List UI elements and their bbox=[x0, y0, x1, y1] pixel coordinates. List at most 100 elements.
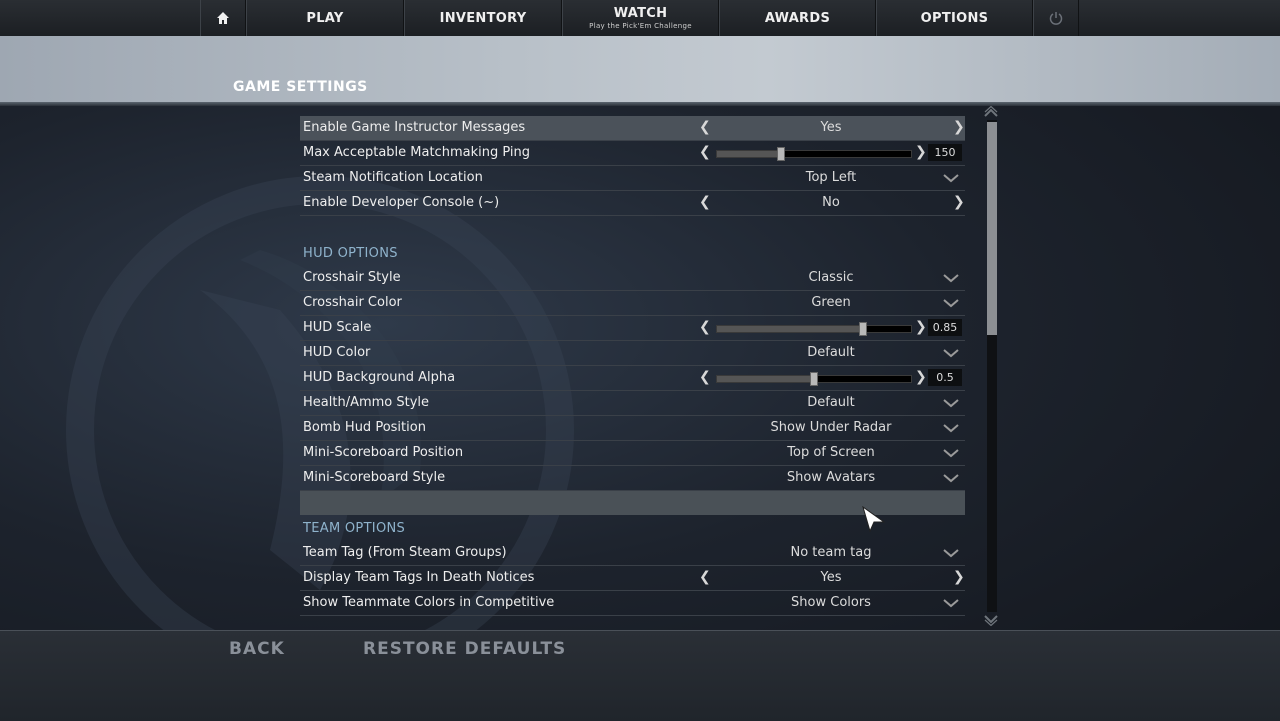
setting-label: HUD Scale bbox=[303, 320, 372, 335]
setting-row-hud-background-alpha[interactable]: HUD Background Alpha ❮ ❯ 0.5 bbox=[300, 366, 965, 391]
chevron-down-icon[interactable] bbox=[943, 548, 959, 558]
slider-handle[interactable] bbox=[810, 372, 818, 386]
setting-row-team-tag[interactable]: Team Tag (From Steam Groups) No team tag bbox=[300, 541, 965, 566]
chevron-down-icon[interactable] bbox=[943, 348, 959, 358]
setting-row-hud-color[interactable]: HUD Color Default bbox=[300, 341, 965, 366]
settings-list: Enable Game Instructor Messages ❮ Yes ❯ … bbox=[300, 116, 966, 616]
restore-defaults-button[interactable]: RESTORE DEFAULTS bbox=[363, 639, 566, 659]
setting-label: Health/Ammo Style bbox=[303, 395, 430, 410]
setting-label: Show Teammate Colors in Competitive bbox=[303, 595, 555, 610]
setting-value: Show Under Radar bbox=[770, 420, 892, 435]
section-title-team: TEAM OPTIONS bbox=[303, 521, 406, 536]
nav-watch[interactable]: WATCH Play the Pick'Em Challenge bbox=[562, 0, 719, 36]
setting-label: Team Tag (From Steam Groups) bbox=[303, 545, 507, 560]
setting-row-crosshair-color[interactable]: Crosshair Color Green bbox=[300, 291, 965, 316]
nav-awards-label: AWARDS bbox=[764, 10, 831, 26]
chevron-down-icon[interactable] bbox=[943, 273, 959, 283]
setting-label: HUD Color bbox=[303, 345, 371, 360]
arrow-left-icon[interactable]: ❮ bbox=[699, 144, 711, 160]
setting-label: HUD Background Alpha bbox=[303, 370, 456, 385]
arrow-left-icon[interactable]: ❮ bbox=[699, 319, 711, 335]
header-band: GAME SETTINGS bbox=[0, 36, 1280, 102]
setting-row-hud-scale[interactable]: HUD Scale ❮ ❯ 0.85 bbox=[300, 316, 965, 341]
top-navigation: PLAY INVENTORY WATCH Play the Pick'Em Ch… bbox=[0, 0, 1280, 37]
setting-row-instructor-messages[interactable]: Enable Game Instructor Messages ❮ Yes ❯ bbox=[300, 116, 965, 141]
setting-row-matchmaking-ping[interactable]: Max Acceptable Matchmaking Ping ❮ ❯ 150 bbox=[300, 141, 965, 166]
slider-value: 0.85 bbox=[928, 319, 962, 336]
setting-value: Classic bbox=[808, 270, 854, 285]
section-title-hud: HUD OPTIONS bbox=[303, 246, 398, 261]
setting-label: Steam Notification Location bbox=[303, 170, 483, 185]
nav-inventory-label: INVENTORY bbox=[439, 10, 527, 26]
nav-awards[interactable]: AWARDS bbox=[719, 0, 876, 36]
slider-fill bbox=[717, 376, 814, 382]
setting-row-health-ammo-style[interactable]: Health/Ammo Style Default bbox=[300, 391, 965, 416]
setting-label: Crosshair Color bbox=[303, 295, 402, 310]
chevron-down-icon[interactable] bbox=[943, 598, 959, 608]
setting-label: Max Acceptable Matchmaking Ping bbox=[303, 145, 530, 160]
chevron-down-icon[interactable] bbox=[943, 298, 959, 308]
scroll-up-icon[interactable] bbox=[983, 106, 999, 118]
slider-value: 150 bbox=[928, 144, 962, 161]
setting-row-team-tags-death-notices[interactable]: Display Team Tags In Death Notices ❮ Yes… bbox=[300, 566, 965, 591]
nav-play-label: PLAY bbox=[306, 10, 344, 26]
setting-row-bomb-hud-position[interactable]: Bomb Hud Position Show Under Radar bbox=[300, 416, 965, 441]
nav-inventory[interactable]: INVENTORY bbox=[404, 0, 562, 36]
power-icon bbox=[1049, 12, 1063, 25]
hud-alpha-slider[interactable] bbox=[716, 372, 912, 386]
scrollbar-thumb[interactable] bbox=[987, 122, 997, 335]
setting-label: Bomb Hud Position bbox=[303, 420, 426, 435]
scrollbar-track[interactable] bbox=[987, 120, 997, 612]
arrow-right-icon[interactable]: ❯ bbox=[953, 119, 965, 135]
home-button[interactable] bbox=[200, 0, 246, 36]
arrow-right-icon[interactable]: ❯ bbox=[953, 569, 965, 585]
setting-value: Default bbox=[807, 345, 855, 360]
arrow-right-icon[interactable]: ❯ bbox=[915, 144, 927, 160]
setting-value: Yes bbox=[820, 570, 842, 585]
slider-fill bbox=[717, 151, 781, 157]
arrow-right-icon[interactable]: ❯ bbox=[953, 194, 965, 210]
mouse-cursor-icon bbox=[862, 506, 886, 532]
header-shadow bbox=[0, 102, 1280, 106]
setting-value: Top Left bbox=[805, 170, 857, 185]
setting-row-teammate-colors[interactable]: Show Teammate Colors in Competitive Show… bbox=[300, 591, 965, 616]
setting-value: Yes bbox=[820, 120, 842, 135]
chevron-down-icon[interactable] bbox=[943, 473, 959, 483]
footer-bar: BACK RESTORE DEFAULTS bbox=[0, 630, 1280, 721]
setting-row-crosshair-style[interactable]: Crosshair Style Classic bbox=[300, 266, 965, 291]
setting-value: Default bbox=[807, 395, 855, 410]
setting-value: Green bbox=[811, 295, 851, 310]
nav-watch-sublabel: Play the Pick'Em Challenge bbox=[589, 22, 692, 30]
home-icon bbox=[217, 12, 229, 24]
arrow-left-icon[interactable]: ❮ bbox=[699, 369, 711, 385]
nav-options-label: OPTIONS bbox=[920, 10, 989, 26]
setting-label: Display Team Tags In Death Notices bbox=[303, 570, 535, 585]
nav-options[interactable]: OPTIONS bbox=[876, 0, 1033, 36]
setting-value: No team tag bbox=[790, 545, 872, 560]
power-button[interactable] bbox=[1033, 0, 1079, 36]
slider-handle[interactable] bbox=[859, 322, 867, 336]
setting-row-steam-notification[interactable]: Steam Notification Location Top Left bbox=[300, 166, 965, 191]
setting-label: Crosshair Style bbox=[303, 270, 401, 285]
setting-row-mini-scoreboard-style[interactable]: Mini-Scoreboard Style Show Avatars bbox=[300, 466, 965, 491]
setting-label: Mini-Scoreboard Position bbox=[303, 445, 464, 460]
back-button[interactable]: BACK bbox=[229, 639, 285, 659]
chevron-down-icon[interactable] bbox=[943, 448, 959, 458]
slider-handle[interactable] bbox=[777, 147, 785, 161]
scroll-down-icon[interactable] bbox=[983, 614, 999, 626]
chevron-down-icon[interactable] bbox=[943, 423, 959, 433]
setting-row-mini-scoreboard-position[interactable]: Mini-Scoreboard Position Top of Screen bbox=[300, 441, 965, 466]
chevron-down-icon[interactable] bbox=[943, 398, 959, 408]
ping-slider[interactable] bbox=[716, 147, 912, 161]
setting-row-developer-console[interactable]: Enable Developer Console (~) ❮ No ❯ bbox=[300, 191, 965, 216]
arrow-right-icon[interactable]: ❯ bbox=[915, 369, 927, 385]
setting-label: Mini-Scoreboard Style bbox=[303, 470, 446, 485]
slider-value: 0.5 bbox=[928, 369, 962, 386]
setting-value: Top of Screen bbox=[787, 445, 875, 460]
setting-label: Enable Developer Console (~) bbox=[303, 195, 500, 210]
nav-play[interactable]: PLAY bbox=[246, 0, 404, 36]
setting-value: Show Colors bbox=[791, 595, 871, 610]
chevron-down-icon[interactable] bbox=[943, 173, 959, 183]
hud-scale-slider[interactable] bbox=[716, 322, 912, 336]
arrow-right-icon[interactable]: ❯ bbox=[915, 319, 927, 335]
